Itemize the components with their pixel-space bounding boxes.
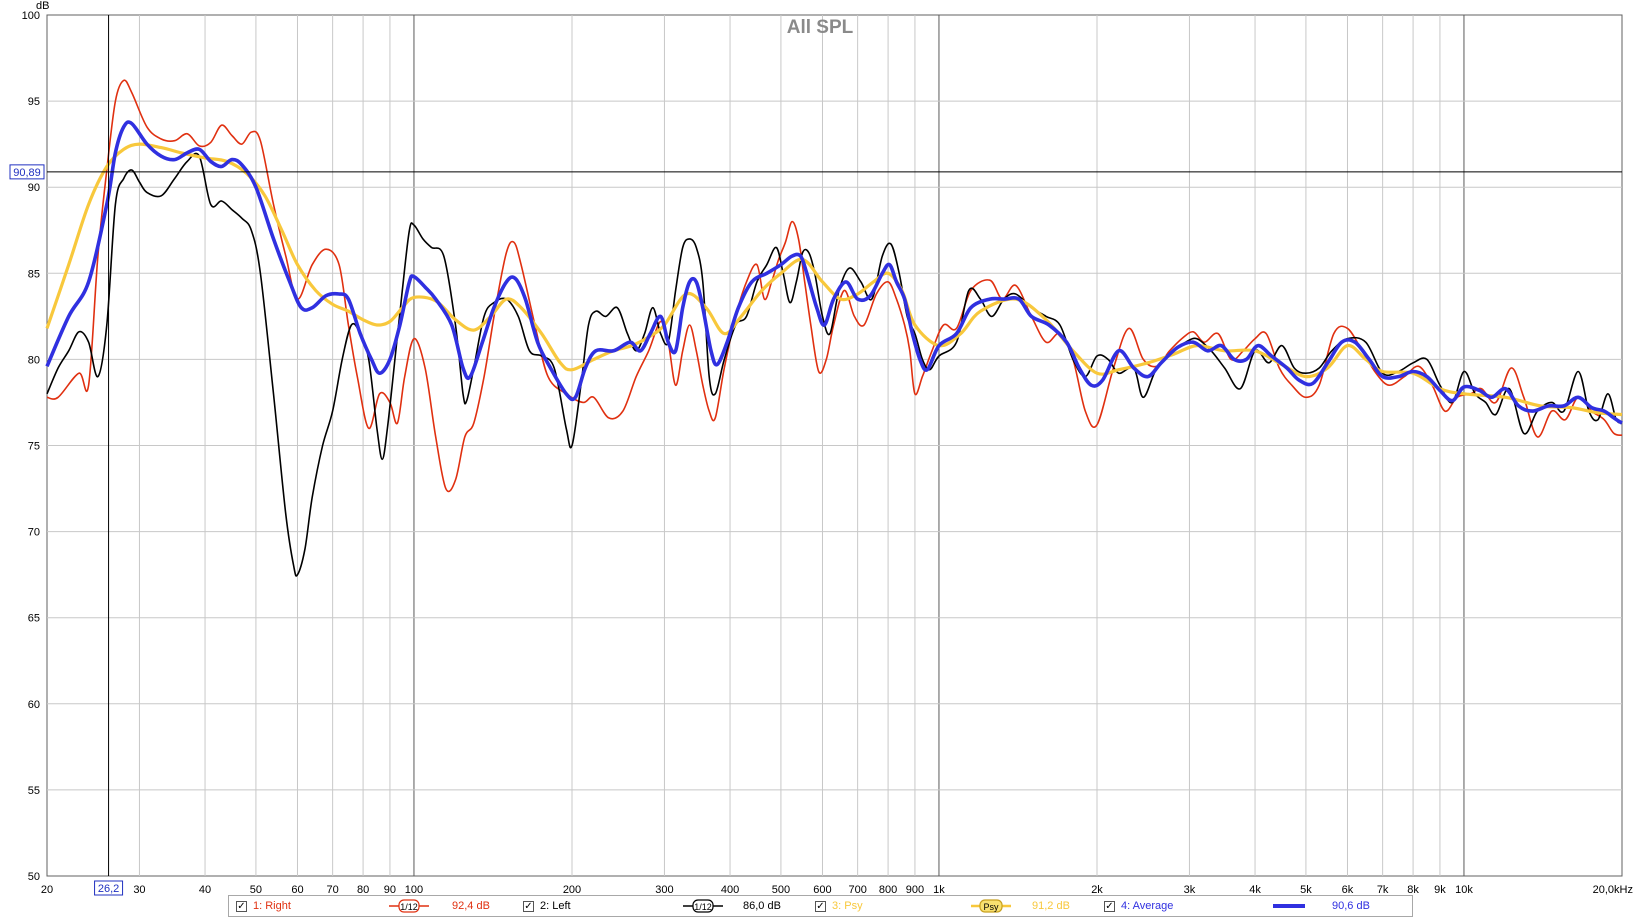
smoothing-label-right: 1/12 (400, 902, 418, 912)
grid (46, 14, 1623, 877)
y-tick-label: 65 (28, 613, 40, 625)
legend-item-left[interactable]: ✓ 2: Left (523, 896, 571, 916)
legend-item-average[interactable]: ✓ 4: Average (1104, 896, 1173, 916)
y-tick-label: 55 (28, 785, 40, 797)
y-axis-ticks: 50 55 60 65 70 75 80 85 90 95 100 (22, 10, 40, 883)
checkbox-right[interactable]: ✓ (236, 900, 247, 912)
x-tick-label: 20,0kHz (1593, 884, 1633, 896)
legend-label-left: 2: Left (540, 900, 571, 912)
legend-value-left: 86,0 dB (743, 900, 781, 912)
y-tick-label: 85 (28, 268, 40, 280)
x-tick-label: 30 (133, 884, 145, 896)
y-tick-label: 50 (28, 871, 40, 883)
smoothing-label-left: 1/12 (694, 902, 712, 912)
legend-label-average: 4: Average (1121, 900, 1174, 912)
legend-bar: ✓ 1: Right 1/12 92,4 dB ✓ 2: Left 1/12 8… (228, 895, 1413, 917)
legend-item-right[interactable]: ✓ 1: Right (236, 896, 291, 916)
smoothing-icon-right[interactable]: 1/12 (389, 899, 429, 913)
smoothing-label-psy: Psy (983, 902, 999, 912)
chart-title: All SPL (787, 17, 854, 38)
legend-label-psy: 3: Psy (832, 900, 863, 912)
legend-label-right: 1: Right (253, 900, 291, 912)
spl-chart: dB All SPL 90,8926,2 5055606570758085909… (9, 0, 1633, 896)
legend-value-right: 92,4 dB (452, 900, 490, 912)
checkbox-psy[interactable]: ✓ (815, 900, 826, 912)
cursor-y-readout: 90,89 (13, 167, 41, 179)
smoothing-icon-psy[interactable]: Psy (971, 899, 1011, 913)
y-tick-label: 90 (28, 182, 40, 194)
cursor-x-readout: 26,2 (98, 883, 119, 895)
legend-value-psy: 91,2 dB (1032, 900, 1070, 912)
y-tick-label: 100 (22, 10, 40, 22)
y-tick-label: 75 (28, 441, 40, 453)
line-swatch-average[interactable] (1269, 899, 1309, 913)
checkbox-average[interactable]: ✓ (1104, 900, 1115, 912)
x-tick-label: 20 (41, 884, 53, 896)
legend-item-psy[interactable]: ✓ 3: Psy (815, 896, 863, 916)
y-tick-label: 80 (28, 354, 40, 366)
checkbox-left[interactable]: ✓ (523, 900, 534, 912)
x-tick-label: 10k (1455, 884, 1473, 896)
x-tick-label: 40 (199, 884, 211, 896)
y-tick-label: 70 (28, 527, 40, 539)
y-tick-label: 60 (28, 699, 40, 711)
smoothing-icon-left[interactable]: 1/12 (683, 899, 723, 913)
legend-value-average: 90,6 dB (1332, 900, 1370, 912)
x-tick-label: 9k (1434, 884, 1446, 896)
y-tick-label: 95 (28, 96, 40, 108)
